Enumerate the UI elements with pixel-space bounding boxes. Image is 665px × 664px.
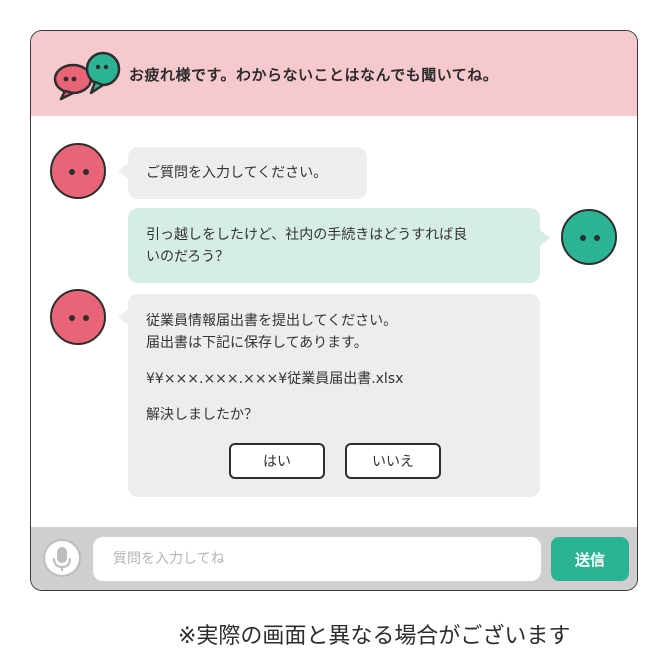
avatar-eye <box>69 169 75 175</box>
bot-avatar <box>50 143 106 199</box>
message-input[interactable] <box>93 537 541 581</box>
avatar-eye <box>83 169 89 175</box>
avatar-eye <box>580 235 586 241</box>
message-composer: 送信 <box>31 527 637 590</box>
message-text-line: 引っ越しをしたけど、社内の手続きはどうすれば良 <box>146 227 468 243</box>
chat-header: お疲れ様です。わからないことはなんでも聞いてね。 <box>31 31 637 116</box>
avatar-eye <box>594 235 600 241</box>
microphone-button[interactable] <box>43 539 81 577</box>
user-message-bubble: 引っ越しをしたけど、社内の手続きはどうすれば良 いのだろう？ <box>128 208 540 283</box>
bot-avatar <box>50 289 106 345</box>
message-text-line: いのだろう？ <box>146 249 230 265</box>
header-title: お疲れ様です。わからないことはなんでも聞いてね。 <box>129 66 499 84</box>
file-path: ¥¥×××.×××.×××¥従業員届出書.xlsx <box>146 371 404 387</box>
disclaimer-note: ※実際の画面と異なる場合がございます <box>178 624 571 649</box>
resolution-question: 解決しましたか？ <box>146 407 258 423</box>
message-text: ご質問を入力してください。 <box>146 165 328 181</box>
bubble-tail <box>118 309 128 325</box>
send-button[interactable]: 送信 <box>551 537 629 581</box>
chat-bubbles-icon <box>53 51 121 101</box>
bubble-tail <box>118 163 128 179</box>
yes-button[interactable]: はい <box>229 443 325 479</box>
microphone-icon <box>53 547 71 571</box>
avatar-eye <box>83 315 89 321</box>
no-button[interactable]: いいえ <box>345 443 441 479</box>
bot-message-bubble: ご質問を入力してください。 <box>128 147 367 199</box>
chat-window: お疲れ様です。わからないことはなんでも聞いてね。 ご質問を入力してください。 引… <box>30 30 638 591</box>
bubble-tail <box>540 230 550 246</box>
avatar-eye <box>69 315 75 321</box>
message-text-line: 従業員情報届出書を提出してください。 <box>146 313 398 329</box>
message-text-line: 届出書は下記に保存してあります。 <box>146 335 368 351</box>
user-avatar <box>561 209 617 265</box>
bot-message-bubble: 従業員情報届出書を提出してください。 届出書は下記に保存してあります。 ¥¥××… <box>128 294 540 497</box>
